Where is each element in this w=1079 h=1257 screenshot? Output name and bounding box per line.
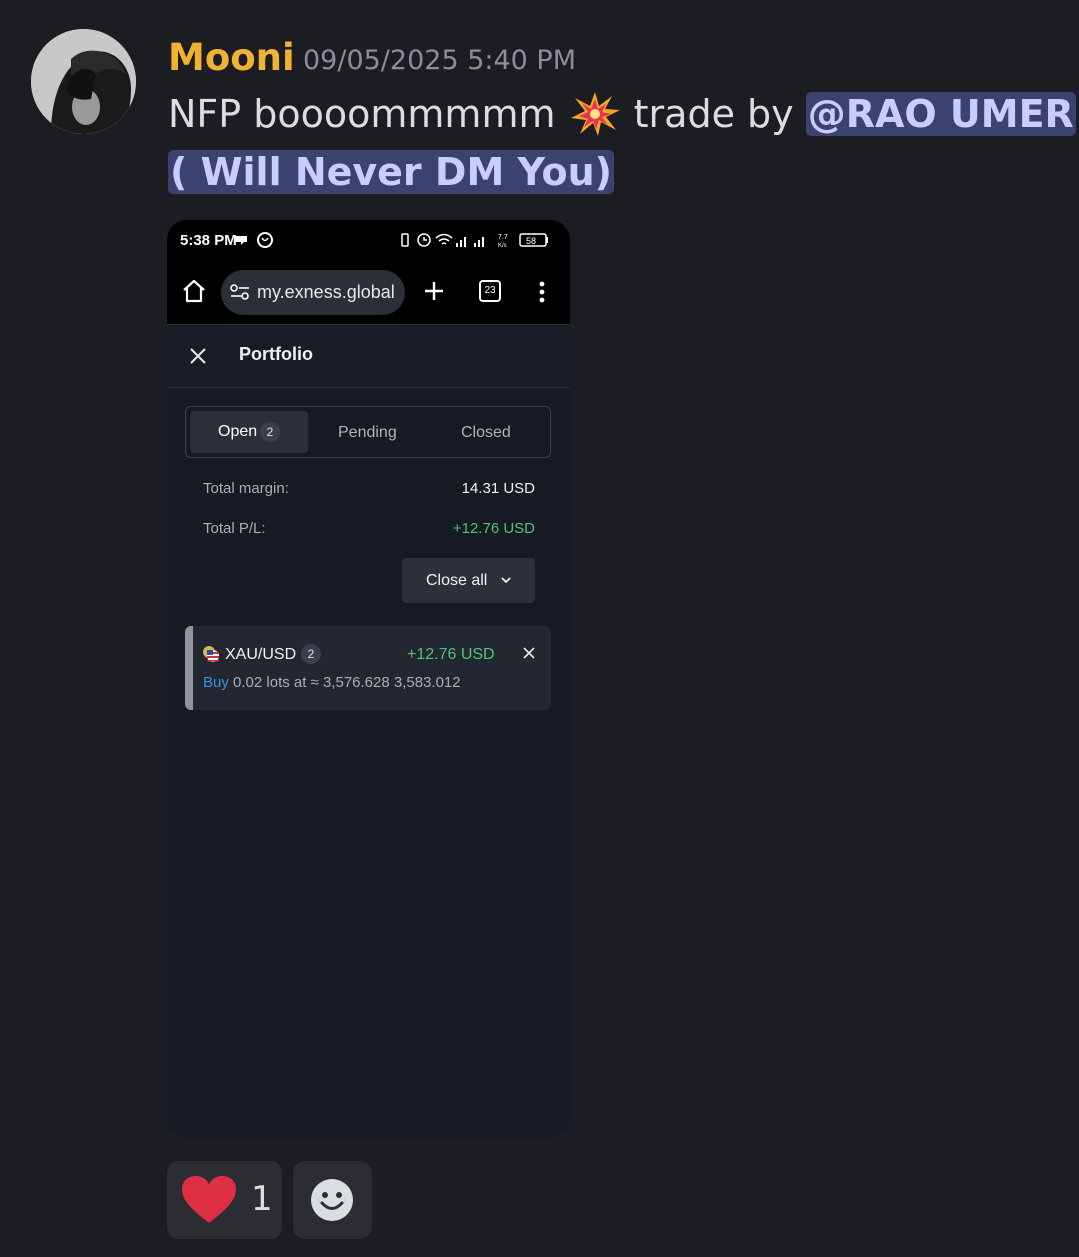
chevron-down-icon [501,577,511,584]
tab-closed[interactable]: Closed [461,424,511,442]
position-count: 2 [301,644,321,664]
user-mention[interactable]: @RAO UMER [805,92,1076,136]
notification-icons [235,232,273,248]
more-options-icon[interactable] [539,280,545,304]
position-side: Buy [203,674,229,691]
address-bar[interactable]: my.exness.global [221,270,405,315]
browser-toolbar: my.exness.global 23 [167,262,570,325]
position-symbol: XAU/USD [225,646,297,663]
position-pl: +12.76 USD [407,646,495,663]
close-icon[interactable] [189,347,207,365]
position-detail-text: 0.02 lots at ≈ 3,576.628 3,583.012 [228,674,461,691]
portfolio-tabs: Open 2 Pending Closed [185,406,551,458]
battery-level: 58 [526,236,536,246]
speed-top: 7.7 [498,234,508,241]
message-text-part: trade by [621,92,806,136]
attached-screenshot[interactable]: 5:38 PM 7.7 K/s 58 my.exness.global 23 P… [167,220,570,1138]
tab-open-count: 2 [260,422,280,442]
home-icon[interactable] [181,278,207,304]
total-pl-value: +12.76 USD [452,520,535,537]
url-text[interactable]: my.exness.global [257,282,395,303]
add-reaction-button[interactable] [293,1161,372,1239]
message-text-line2: ( Will Never DM You) [168,146,615,198]
close-position-icon[interactable] [523,647,535,659]
message-text: NFP boooommmmm trade by @RAO UMER [168,90,1076,138]
avatar[interactable] [31,29,136,134]
position-detail: Buy 0.02 lots at ≈ 3,576.628 3,583.012 [203,674,461,691]
user-mention-continued[interactable]: ( Will Never DM You) [168,150,615,194]
heart-icon [182,1176,236,1223]
add-reaction-icon [311,1179,353,1221]
gold-usd-flag-icon [203,646,219,662]
portfolio-title: Portfolio [239,344,313,364]
portfolio-header: Portfolio [167,325,570,388]
username[interactable]: Mooni [168,36,295,79]
tab-open-label: Open [218,423,258,440]
total-pl-label: Total P/L: [203,520,266,537]
status-time: 5:38 PM [180,232,237,249]
reaction-count: 1 [251,1179,273,1219]
phone-status-bar: 5:38 PM 7.7 K/s 58 [167,220,570,262]
site-settings-icon[interactable] [230,283,250,301]
position-side-bar [185,626,193,710]
tab-open[interactable]: Open 2 [190,411,308,453]
tab-pending[interactable]: Pending [338,424,397,442]
message-text-part: NFP boooommmmm [168,92,568,136]
system-status-icons: 7.7 K/s 58 [401,233,548,249]
speed-bottom: K/s [498,243,507,249]
message-timestamp: 09/05/2025 5:40 PM [303,45,576,76]
close-all-label: Close all [426,572,488,589]
reaction-heart[interactable]: 1 [167,1161,282,1239]
close-all-button[interactable]: Close all [402,558,535,603]
avatar-image [31,29,136,134]
collision-emoji-icon [568,90,622,138]
new-tab-icon[interactable] [422,279,446,303]
total-margin-label: Total margin: [203,480,289,497]
position-card[interactable]: XAU/USD 2 +12.76 USD Buy 0.02 lots at ≈ … [185,626,551,710]
tab-switcher-icon[interactable]: 23 [479,280,501,302]
total-margin-value: 14.31 USD [461,480,535,497]
